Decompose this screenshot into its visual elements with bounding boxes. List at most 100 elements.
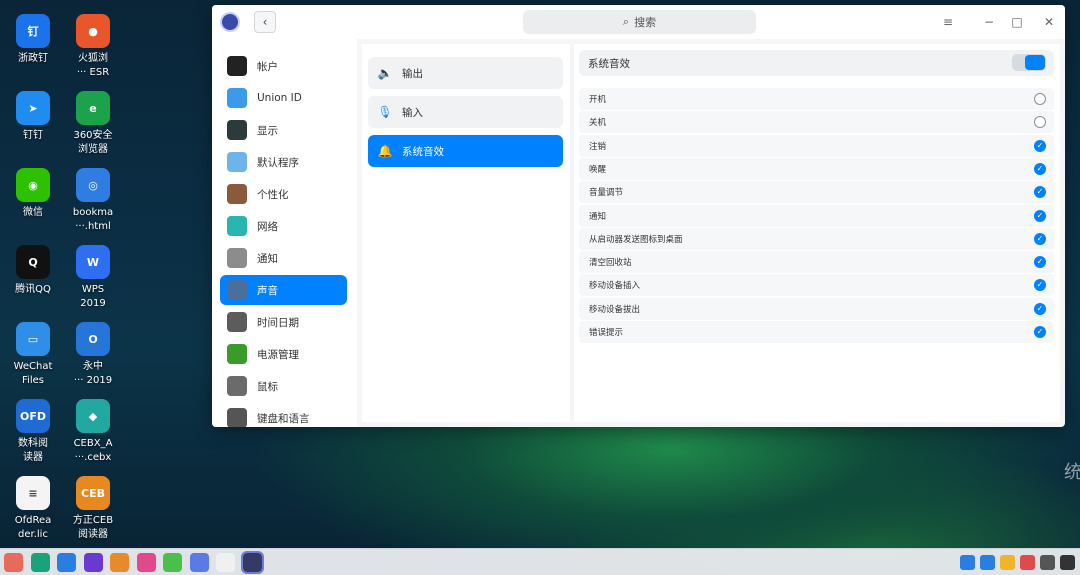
taskbar-app-icon[interactable] xyxy=(216,553,235,572)
desktop-icon[interactable]: Q 腾讯QQ xyxy=(2,245,64,297)
sound-effect-checkbox[interactable]: ✓ xyxy=(1034,139,1046,152)
sound-effect-row[interactable]: 移动设备拔出 ✓ xyxy=(579,297,1054,320)
sound-effect-checkbox[interactable]: ✓ xyxy=(1034,162,1046,175)
app-icon: CEB xyxy=(76,476,110,510)
desktop-icon[interactable]: 钉浙政钉 xyxy=(2,14,64,66)
sound-subnav-item[interactable]: 🔈 输出 xyxy=(368,57,563,89)
sidebar-item-icon xyxy=(227,280,247,300)
sound-effect-checkbox[interactable]: ✓ xyxy=(1034,209,1046,222)
maximize-button[interactable]: □ xyxy=(1008,13,1026,31)
sidebar-item[interactable]: 时间日期 xyxy=(220,307,347,337)
sound-subnav: 🔈 输出 🎙 输入 🔔 系统音效 xyxy=(362,44,570,422)
desktop-icon[interactable]: ➤ 钉钉 xyxy=(2,91,64,143)
sound-effect-row[interactable]: 通知 ✓ xyxy=(579,204,1054,227)
taskbar-app-icon[interactable] xyxy=(83,553,103,572)
search-box[interactable]: ⌕ 搜索 xyxy=(523,10,756,34)
desktop-icon-label: WeChat Files xyxy=(13,361,53,386)
system-sound-panel: 系统音效 开机 关机 注销 ✓ 唤醒 ✓ 音量调节 ✓ 通知 ✓ 从启动器发送图标到桌面 ✓ 清空回收站… xyxy=(574,44,1060,422)
system-sound-toggle[interactable] xyxy=(1012,54,1046,71)
sound-effect-checkbox[interactable]: ✓ xyxy=(1034,302,1046,315)
sidebar-item-icon xyxy=(227,408,247,427)
sidebar-item[interactable]: 默认程序 xyxy=(220,147,347,177)
sidebar-item-label: 网络 xyxy=(257,220,278,233)
sidebar-item[interactable]: 帐户 xyxy=(220,51,347,81)
tray-icon[interactable] xyxy=(980,555,995,570)
sound-effect-checkbox[interactable]: ✓ xyxy=(1034,256,1046,269)
sidebar-item-icon xyxy=(227,248,247,268)
desktop-icon[interactable]: W WPS 2019 xyxy=(62,245,124,311)
app-icon: ◆ xyxy=(76,399,110,433)
sound-effect-checkbox[interactable] xyxy=(1034,116,1046,129)
taskbar-app-icon[interactable] xyxy=(136,553,156,572)
app-icon: O xyxy=(76,322,110,356)
sound-effect-row[interactable]: 错误提示 ✓ xyxy=(579,321,1054,343)
desktop-icon[interactable]: ◆ CEBX_A ···.cebx xyxy=(62,399,124,465)
taskbar-app-icon[interactable] xyxy=(57,553,76,572)
desktop-icon[interactable]: ◎ bookma ···.html xyxy=(62,168,124,234)
sound-effect-checkbox[interactable]: ✓ xyxy=(1034,279,1046,292)
titlebar: ‹ ⌕ 搜索 ≡ − □ ✕ xyxy=(212,5,1065,39)
sound-effect-label: 音量调节 xyxy=(589,188,624,199)
sound-subnav-icon: 🔔 xyxy=(377,144,393,158)
sound-effect-row[interactable]: 从启动器发送图标到桌面 ✓ xyxy=(579,227,1054,250)
sidebar-item[interactable]: Union ID xyxy=(220,83,347,113)
taskbar xyxy=(0,548,1080,575)
menu-button[interactable]: ≡ xyxy=(939,13,957,31)
desktop-icon[interactable]: ● 火狐浏 ··· ESR xyxy=(62,14,124,80)
app-icon: e xyxy=(76,91,110,125)
desktop-icon[interactable]: CEB 方正CEB 阅读器 xyxy=(62,476,124,542)
sound-effect-row[interactable]: 音量调节 ✓ xyxy=(579,181,1054,204)
tray-icon[interactable] xyxy=(1000,555,1015,570)
sound-effect-row[interactable]: 唤醒 ✓ xyxy=(579,157,1054,180)
sidebar-item[interactable]: 网络 xyxy=(220,211,347,241)
sound-effect-row[interactable]: 移动设备插入 ✓ xyxy=(579,274,1054,297)
back-button[interactable]: ‹ xyxy=(254,11,276,33)
sound-subnav-item[interactable]: 🎙 输入 xyxy=(368,96,563,128)
sound-effect-row[interactable]: 清空回收站 ✓ xyxy=(579,251,1054,274)
desktop-icon[interactable]: ◉ 微信 xyxy=(2,168,64,220)
taskbar-app-icon[interactable] xyxy=(189,553,209,572)
sound-subnav-label: 输出 xyxy=(402,67,423,80)
desktop-icon[interactable]: ▭ WeChat Files xyxy=(2,322,64,388)
sidebar-item[interactable]: 电源管理 xyxy=(220,339,347,369)
sound-effect-checkbox[interactable]: ✓ xyxy=(1034,326,1046,338)
sidebar-item-label: 声音 xyxy=(257,284,278,297)
app-icon: ● xyxy=(76,14,110,48)
close-button[interactable]: ✕ xyxy=(1040,13,1058,31)
sound-effect-row[interactable]: 关机 xyxy=(579,111,1054,134)
sound-subnav-label: 输入 xyxy=(402,106,423,119)
sound-effect-checkbox[interactable]: ✓ xyxy=(1034,232,1046,245)
taskbar-app-icon[interactable] xyxy=(163,553,182,572)
taskbar-app-icon[interactable] xyxy=(110,553,129,572)
sidebar-item[interactable]: 个性化 xyxy=(220,179,347,209)
desktop-icon[interactable]: ≡ OfdRea der.lic xyxy=(2,476,64,542)
sound-effect-label: 关机 xyxy=(589,118,607,129)
sidebar-item[interactable]: 声音 xyxy=(220,275,347,305)
desktop-icon[interactable]: e 360安全 浏览器 xyxy=(62,91,124,157)
sound-effect-row[interactable]: 开机 xyxy=(579,88,1054,110)
minimize-button[interactable]: − xyxy=(980,13,998,31)
taskbar-app-icon[interactable] xyxy=(240,551,264,574)
desktop-icon[interactable]: OFD 数科阅 读器 xyxy=(2,399,64,465)
tray-icon[interactable] xyxy=(1020,555,1035,570)
sound-effect-checkbox[interactable]: ✓ xyxy=(1034,186,1046,199)
tray-icon[interactable] xyxy=(960,555,975,570)
taskbar-app-icon[interactable] xyxy=(4,553,23,572)
search-placeholder: 搜索 xyxy=(634,16,657,29)
control-center-window: ‹ ⌕ 搜索 ≡ − □ ✕ 帐户 Union ID 显示 默认程序 个性化网络通知声音… xyxy=(212,5,1065,427)
sound-effect-checkbox[interactable] xyxy=(1034,93,1046,105)
sidebar-item-icon xyxy=(227,152,247,172)
sound-effect-label: 注销 xyxy=(589,141,607,152)
taskbar-app-icon[interactable] xyxy=(30,553,50,572)
desktop-icon[interactable]: O 永中 ··· 2019 xyxy=(62,322,124,388)
tray-icon[interactable] xyxy=(1040,555,1055,570)
sound-effect-row[interactable]: 注销 ✓ xyxy=(579,134,1054,157)
sound-subnav-item[interactable]: 🔔 系统音效 xyxy=(368,135,563,167)
desktop-icon-label: 浙政钉 xyxy=(18,53,48,64)
tray-icon[interactable] xyxy=(1060,555,1075,570)
sidebar-item[interactable]: 通知 xyxy=(220,243,347,273)
sidebar-item[interactable]: 鼠标 xyxy=(220,371,347,401)
sidebar-item[interactable]: 显示 xyxy=(220,115,347,145)
sidebar-item[interactable]: 键盘和语言 xyxy=(220,403,347,427)
app-icon: 钉 xyxy=(16,14,50,48)
